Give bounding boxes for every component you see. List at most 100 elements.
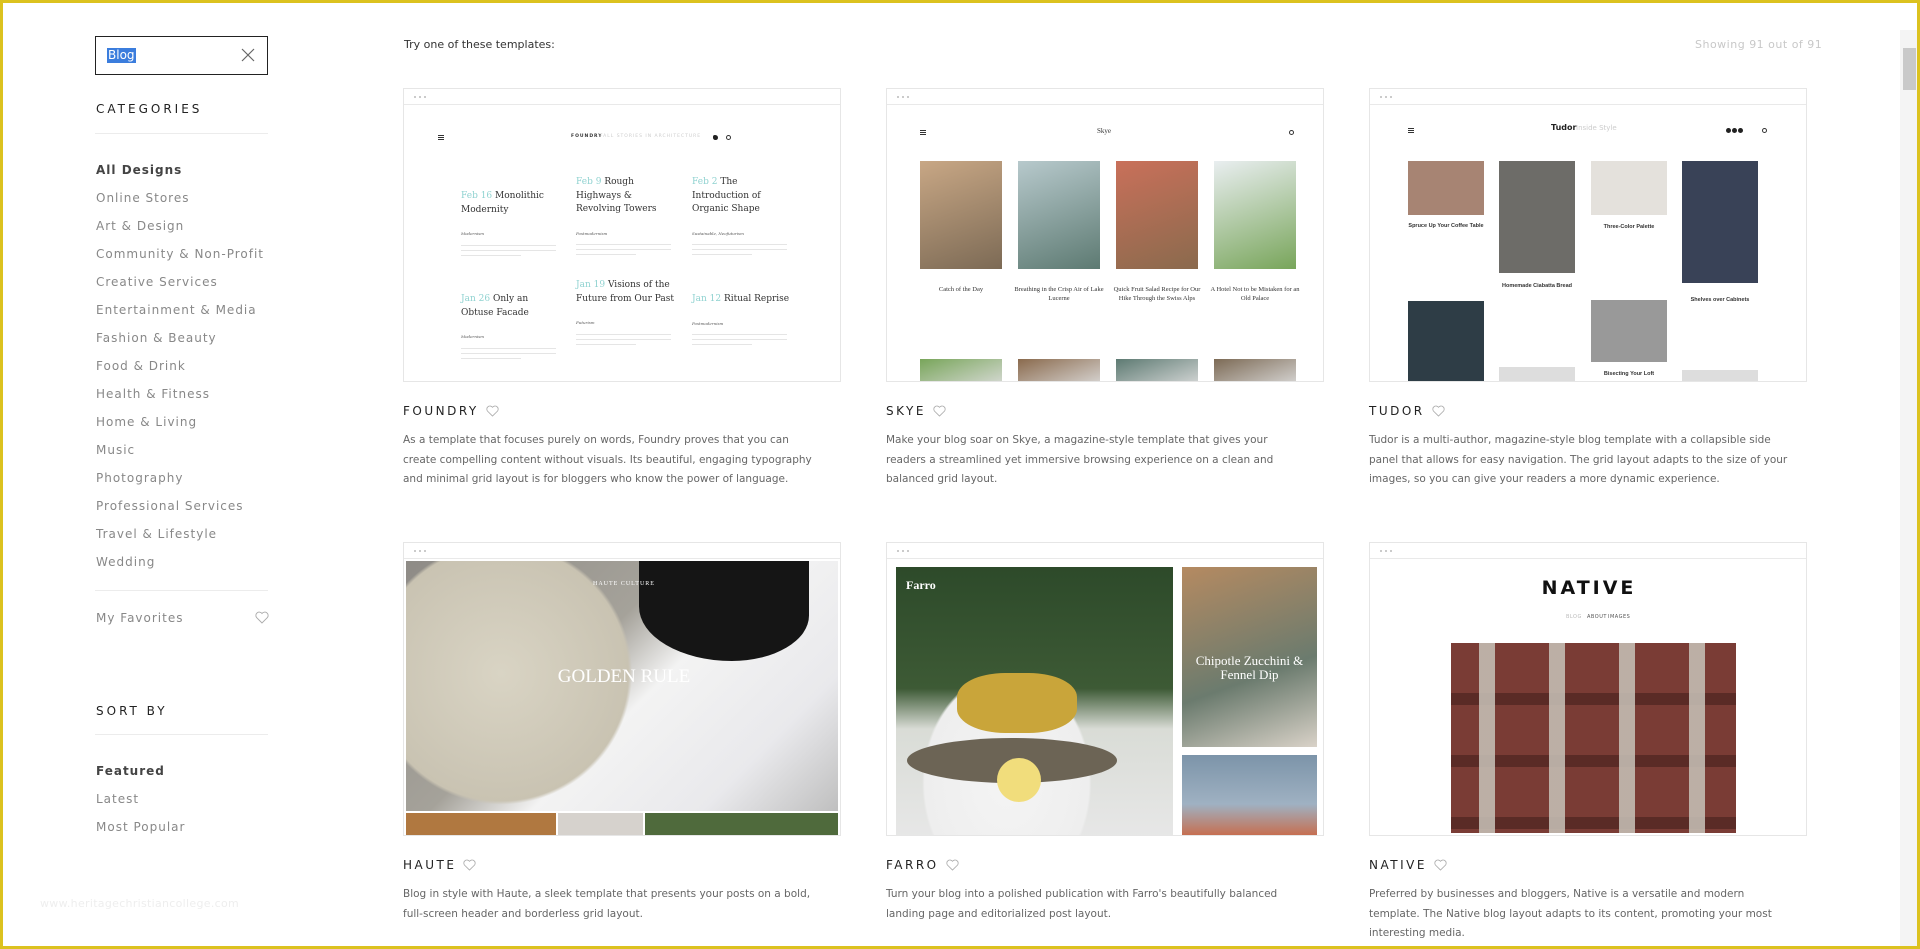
search-input[interactable]: Blog [95, 36, 268, 75]
template-title[interactable]: HAUTE [403, 858, 841, 872]
preview-photo [1682, 370, 1758, 381]
preview-photo [1116, 359, 1198, 381]
category-item[interactable]: Photography [96, 471, 183, 485]
post-title: Shelves over Cabinets [1690, 297, 1750, 303]
preview-post: Feb 16 Monolithic Modernity Modernism [461, 190, 561, 256]
post-date: Feb 9 [576, 177, 602, 187]
category-item[interactable]: All Designs [96, 163, 182, 177]
template-preview[interactable]: FOUNDRY FALL STORIES IN ARCHITECTURE Feb 1… [403, 88, 841, 382]
social-icon [1726, 128, 1731, 133]
search-value[interactable]: Blog [107, 48, 136, 63]
clear-search-icon[interactable] [239, 46, 257, 64]
template-name[interactable]: TUDOR [1369, 404, 1425, 418]
text-line [461, 357, 521, 359]
heart-icon[interactable] [255, 611, 269, 624]
preview-photo [1214, 161, 1296, 269]
search-icon [726, 135, 731, 140]
post-tag: Postmodernism [692, 320, 724, 326]
category-item[interactable]: Entertainment & Media [96, 303, 257, 317]
food-shape [957, 673, 1077, 733]
template-preview[interactable]: Tudor Inside Style Spruce Up Your Coffee T… [1369, 88, 1807, 382]
preview-photo [1116, 161, 1198, 269]
window-dot-icon [424, 550, 426, 552]
favorite-heart-icon[interactable] [1434, 859, 1447, 871]
favorite-heart-icon[interactable] [463, 859, 476, 871]
favorite-heart-icon[interactable] [946, 859, 959, 871]
sort-option[interactable]: Featured [96, 764, 165, 778]
intro-text: Try one of these templates: [404, 38, 555, 51]
scrollbar-track[interactable] [1900, 30, 1918, 946]
text-line [461, 254, 521, 256]
template-description: Blog in style with Haute, a sleek templa… [403, 888, 811, 920]
post-tag: Futurism [576, 320, 595, 325]
template-title[interactable]: FARRO [886, 858, 1324, 872]
category-item[interactable]: Creative Services [96, 275, 218, 289]
preview-photo [1499, 161, 1575, 273]
window-dot-icon [1385, 550, 1387, 552]
category-item[interactable]: Wedding [96, 555, 155, 569]
window-dot-icon [1380, 96, 1382, 98]
preview-photo [406, 813, 556, 835]
template-title[interactable]: SKYE [886, 404, 1324, 418]
template-preview[interactable]: Skye Catch of the Day Breathing in the Cri… [886, 88, 1324, 382]
category-item[interactable]: Art & Design [96, 219, 184, 233]
category-item[interactable]: Health & Fitness [96, 387, 210, 401]
watermark: www.heritagechristiancollege.com [40, 897, 240, 910]
post-date: Jan 19 [576, 280, 606, 290]
template-preview[interactable]: Farro Chipotle Zucchini & Fennel Dip [886, 542, 1324, 836]
category-item[interactable]: Travel & Lifestyle [96, 527, 217, 541]
text-line [461, 347, 556, 349]
post-title: Three-Color Palette [1603, 224, 1655, 230]
window-dot-icon [897, 550, 899, 552]
template-card-farro: Farro Chipotle Zucchini & Fennel Dip FARRO… [886, 542, 1324, 924]
my-favorites-link[interactable]: My Favorites [96, 611, 183, 625]
category-item[interactable]: Home & Living [96, 415, 197, 429]
preview-tagline: FALL STORIES IN ARCHITECTURE [600, 134, 702, 139]
browser-bar [1370, 89, 1806, 105]
category-item[interactable]: Fashion & Beauty [96, 331, 217, 345]
browser-bar [887, 89, 1323, 105]
template-name[interactable]: FARRO [886, 858, 939, 872]
divider [95, 590, 268, 591]
template-description: Preferred by businesses and bloggers, Na… [1369, 888, 1772, 939]
template-name[interactable]: FOUNDRY [403, 404, 479, 418]
preview-photo [645, 813, 838, 835]
sort-option[interactable]: Most Popular [96, 820, 185, 834]
preview-brand: Farro [906, 578, 936, 592]
text-line [576, 244, 671, 245]
text-line [576, 343, 636, 345]
category-item[interactable]: Community & Non-Profit [96, 247, 264, 261]
post-title: Breathing in the Crisp Air of Lake Lucer… [1014, 286, 1104, 302]
category-item[interactable]: Online Stores [96, 191, 190, 205]
category-item[interactable]: Professional Services [96, 499, 244, 513]
template-preview[interactable]: NATIVE BLOG ABOUT IMAGES [1369, 542, 1807, 836]
preview-photo [1591, 300, 1667, 362]
template-title[interactable]: TUDOR [1369, 404, 1807, 418]
preview-brand: Skye [1097, 127, 1111, 135]
preview-headline: Chipotle Zucchini & Fennel Dip [1195, 653, 1304, 682]
template-preview[interactable]: HAUTE CULTURE GOLDEN RULE [403, 542, 841, 836]
scrollbar-thumb[interactable] [1903, 48, 1916, 90]
preview-brand: Tudor [1551, 123, 1577, 132]
template-name[interactable]: NATIVE [1369, 858, 1427, 872]
template-name[interactable]: HAUTE [403, 858, 456, 872]
favorite-heart-icon[interactable] [1432, 405, 1445, 417]
text-line [576, 333, 671, 335]
window-dot-icon [1380, 550, 1382, 552]
template-title[interactable]: FOUNDRY [403, 404, 841, 418]
favorite-heart-icon[interactable] [486, 405, 499, 417]
social-icon [1738, 128, 1743, 133]
category-item[interactable]: Food & Drink [96, 359, 186, 373]
category-item[interactable]: Music [96, 443, 135, 457]
template-title[interactable]: NATIVE [1369, 858, 1807, 872]
window-dot-icon [1385, 96, 1387, 98]
preview-brand: FOUNDRY [571, 134, 603, 139]
favorite-heart-icon[interactable] [933, 405, 946, 417]
post-tag: Modernism [461, 231, 485, 236]
preview-tagline: Inside Style [1576, 124, 1617, 132]
sort-option[interactable]: Latest [96, 792, 139, 806]
template-name[interactable]: SKYE [886, 404, 926, 418]
preview-photo [1182, 755, 1317, 835]
preview-post: Jan 19 Visions of the Future from Our Pa… [576, 279, 676, 345]
preview-photo [1408, 301, 1484, 381]
